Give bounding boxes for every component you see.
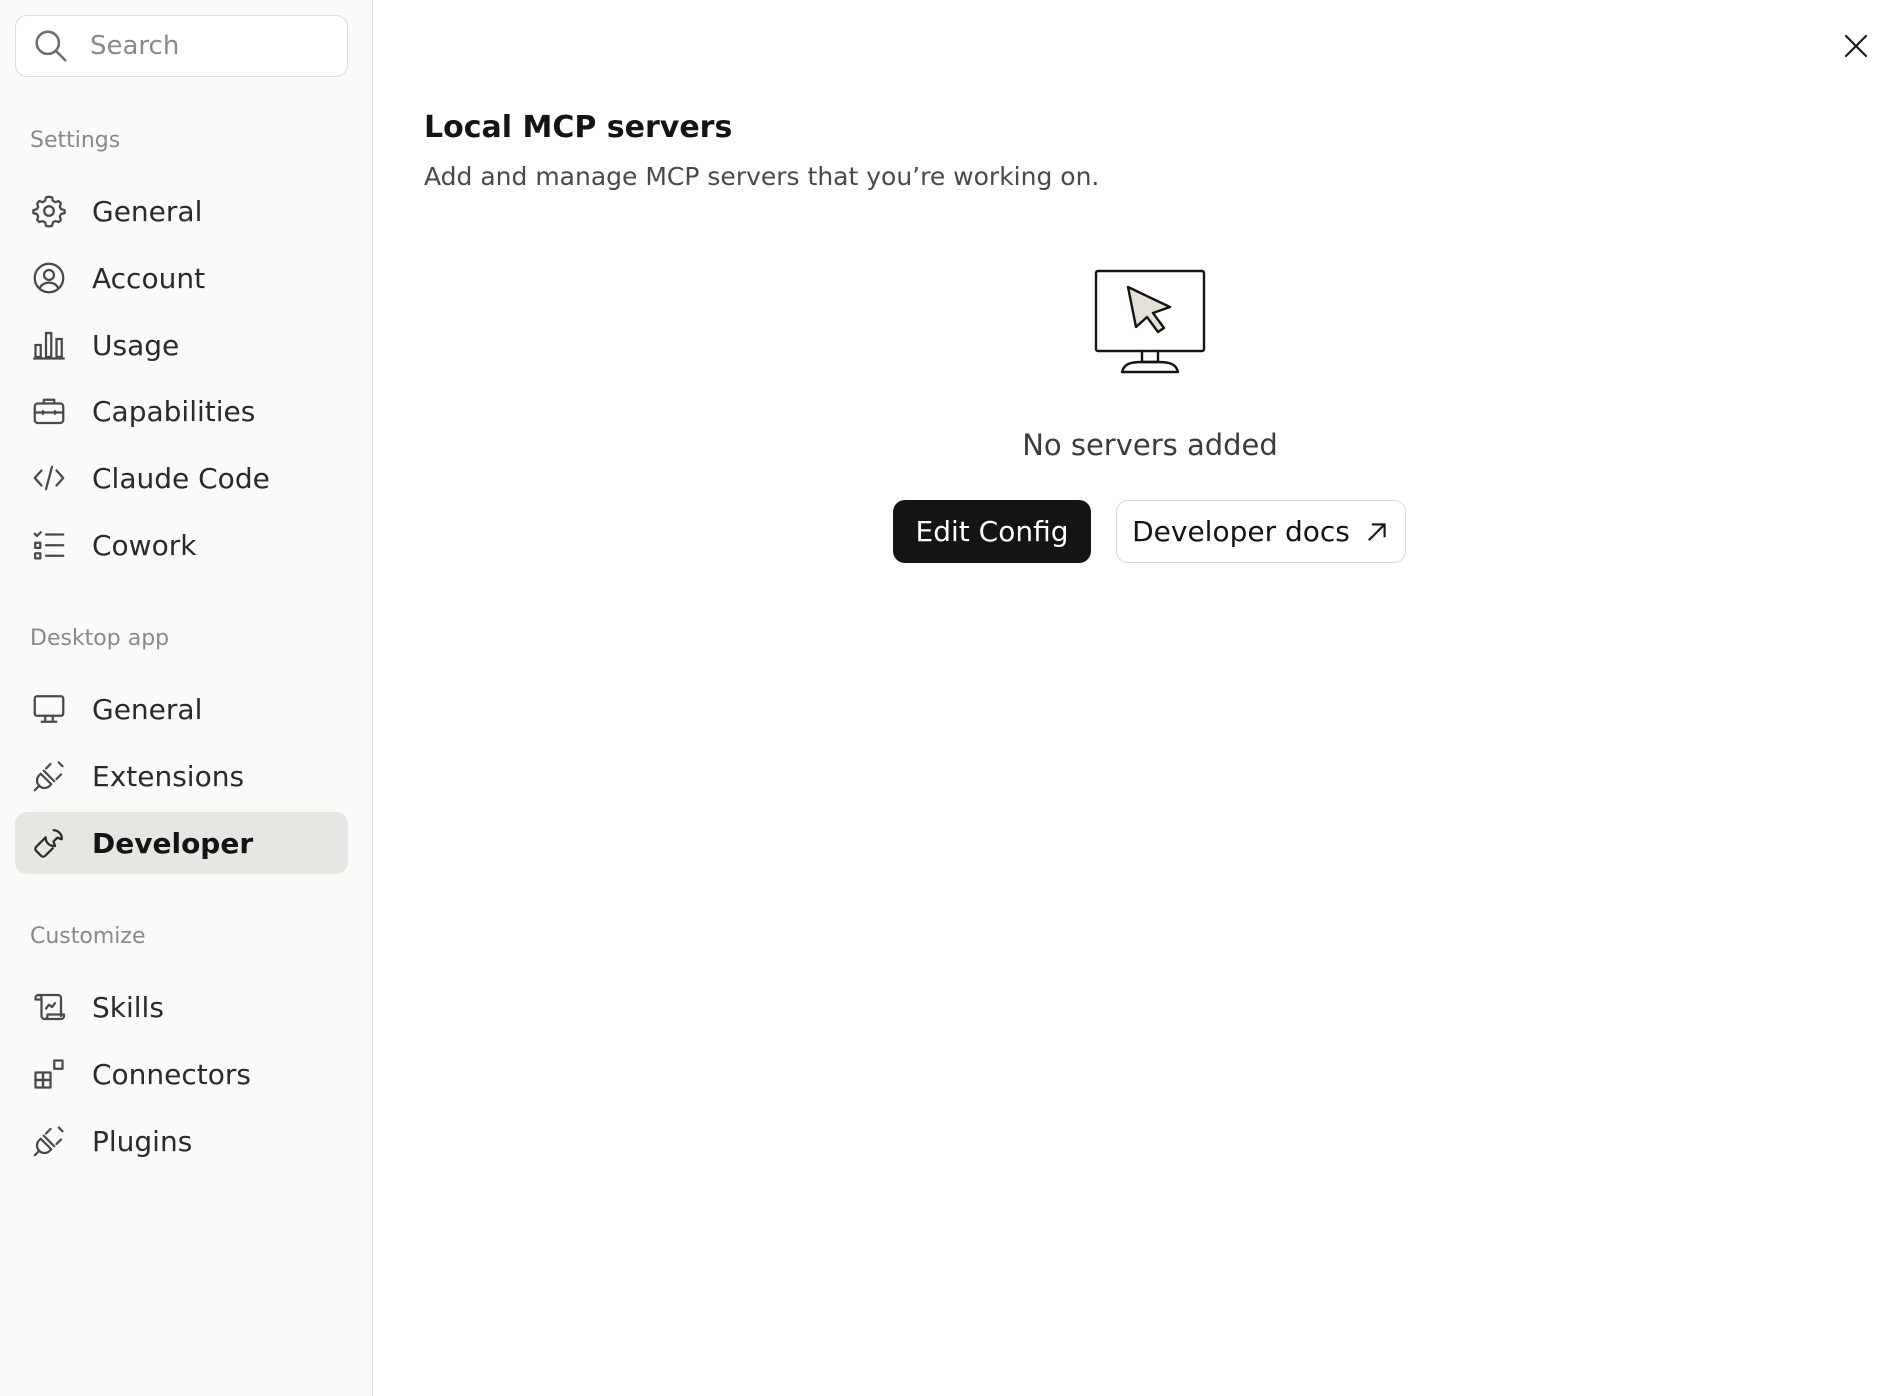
sidebar-item-claude-code[interactable]: Claude Code: [15, 447, 348, 509]
sidebar-item-label: Claude Code: [92, 461, 270, 495]
section-label-desktop-app: Desktop app: [30, 626, 170, 651]
search-box[interactable]: [15, 15, 348, 77]
close-icon: [1844, 34, 1868, 58]
checklist-icon: [31, 527, 67, 563]
sidebar-item-usage[interactable]: Usage: [15, 314, 348, 376]
edit-config-button[interactable]: Edit Config: [893, 500, 1091, 563]
sidebar-item-label: Skills: [92, 990, 164, 1024]
sidebar-item-connectors[interactable]: Connectors: [15, 1043, 348, 1105]
sidebar-item-general[interactable]: General: [15, 180, 348, 242]
sidebar-item-developer[interactable]: Developer: [15, 812, 348, 874]
briefcase-icon: [31, 393, 67, 429]
gear-icon: [31, 193, 67, 229]
search-icon: [32, 27, 70, 65]
sidebar-item-account[interactable]: Account: [15, 247, 348, 309]
sidebar-item-label: Plugins: [92, 1124, 193, 1158]
sidebar-item-label: General: [92, 194, 203, 228]
code-icon: [31, 460, 67, 496]
edit-config-label: Edit Config: [915, 515, 1069, 548]
wrench-icon: [31, 825, 67, 861]
sidebar-item-skills[interactable]: Skills: [15, 976, 348, 1038]
user-circle-icon: [31, 260, 67, 296]
plug-icon: [31, 1123, 67, 1159]
close-button[interactable]: [1836, 26, 1876, 66]
search-input[interactable]: [90, 31, 330, 61]
page-title: Local MCP servers: [424, 110, 733, 145]
sidebar-item-label: Extensions: [92, 759, 245, 793]
sidebar-item-label: Usage: [92, 328, 180, 362]
page-subtitle: Add and manage MCP servers that you’re w…: [424, 162, 1100, 191]
empty-state-text: No servers added: [1022, 428, 1278, 462]
section-label-customize: Customize: [30, 924, 146, 949]
sidebar-item-label: Cowork: [92, 528, 197, 562]
sidebar-item-label: General: [92, 692, 203, 726]
sidebar-item-label: Account: [92, 261, 206, 295]
monitor-cursor-illustration: [1090, 264, 1210, 380]
sidebar-item-label: Connectors: [92, 1057, 252, 1091]
bar-chart-icon: [31, 327, 67, 363]
sidebar-item-plugins[interactable]: Plugins: [15, 1110, 348, 1172]
monitor-icon: [31, 691, 67, 727]
sidebar-item-capabilities[interactable]: Capabilities: [15, 380, 348, 442]
sidebar-item-desktop-general[interactable]: General: [15, 678, 348, 740]
sidebar-item-label: Developer: [92, 826, 254, 860]
sidebar: Settings General Account Usage Capabilit…: [0, 0, 373, 1396]
plug-icon: [31, 758, 67, 794]
developer-docs-button[interactable]: Developer docs: [1116, 500, 1406, 563]
section-label-settings: Settings: [30, 128, 121, 153]
sidebar-item-cowork[interactable]: Cowork: [15, 514, 348, 576]
scroll-icon: [31, 989, 67, 1025]
blocks-icon: [31, 1056, 67, 1092]
sidebar-item-label: Capabilities: [92, 394, 256, 428]
sidebar-item-extensions[interactable]: Extensions: [15, 745, 348, 807]
external-link-icon: [1368, 522, 1386, 541]
developer-docs-label: Developer docs: [1132, 515, 1350, 548]
